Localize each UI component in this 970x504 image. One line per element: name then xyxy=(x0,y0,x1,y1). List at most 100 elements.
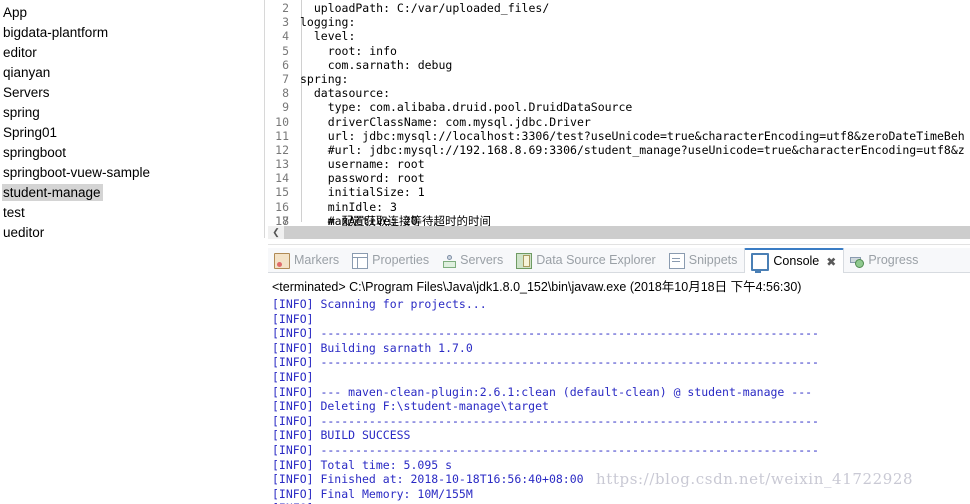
tree-item-label: bigdata-plantform xyxy=(3,25,109,40)
code-line: 9 type: com.alibaba.druid.pool.DruidData… xyxy=(268,100,970,114)
line-number: 6 xyxy=(282,57,289,72)
tree-item-label: test xyxy=(3,205,25,220)
ide-window: App bigdata-plantform editor qianyan Servers… xyxy=(0,0,970,504)
editor-horizontal-scrollbar[interactable]: ❮ xyxy=(268,226,970,239)
code-line-text: uploadPath: C:/var/uploaded_files/ xyxy=(300,1,550,15)
tab-label: Properties xyxy=(372,253,430,268)
code-line: 11 url: jdbc:mysql://localhost:3306/test… xyxy=(268,129,970,143)
panel-gap-divider xyxy=(268,244,970,245)
tab-servers[interactable]: Servers xyxy=(436,248,510,273)
tree-item-label: ueditor xyxy=(3,225,45,240)
tree-item-label: student-manage xyxy=(2,184,103,201)
tab-label: Snippets xyxy=(688,253,738,268)
code-line-text: #url: jdbc:mysql://192.168.8.69:3306/stu… xyxy=(300,142,965,157)
line-number: 2 xyxy=(282,1,289,15)
console-log-line: [INFO] ---------------------------------… xyxy=(272,326,819,341)
line-number: 9 xyxy=(282,100,289,115)
tab-snippets[interactable]: Snippets xyxy=(663,248,745,273)
console-process-label: <terminated> C:\Program Files\Java\jdk1.… xyxy=(272,280,802,294)
line-number: 7 xyxy=(282,71,289,86)
console-log-line: [INFO] xyxy=(272,369,321,384)
tree-item-label: Spring01 xyxy=(3,125,58,140)
console-log-line: [INFO] Final Memory: 10M/155M xyxy=(272,486,473,501)
code-line-text: type: com.alibaba.druid.pool.DruidDataSo… xyxy=(300,100,633,115)
project-tree: App bigdata-plantform editor qianyan Servers… xyxy=(0,3,265,243)
tree-item-springboot[interactable]: springboot xyxy=(0,143,265,163)
servers-icon xyxy=(442,254,457,268)
code-line: 15 initialSize: 1 xyxy=(268,185,970,199)
tree-item-qianyan[interactable]: qianyan xyxy=(0,63,265,83)
code-line-text: logging: xyxy=(300,15,356,30)
line-number: 4 xyxy=(282,29,289,44)
code-line: 2 uploadPath: C:/var/uploaded_files/ xyxy=(268,1,970,15)
line-number: 5 xyxy=(282,43,289,58)
tab-label: Servers xyxy=(460,253,504,268)
code-lines: 2 uploadPath: C:/var/uploaded_files/3 log… xyxy=(268,0,970,226)
tree-item-ueditor[interactable]: ueditor xyxy=(0,223,265,243)
tab-properties[interactable]: Properties xyxy=(346,248,436,273)
tab-label: Data Source Explorer xyxy=(536,253,656,268)
code-line: 5 root: info xyxy=(268,44,970,58)
console-log-line: [INFO] ---------------------------------… xyxy=(272,413,819,428)
code-line-text: com.sarnath: debug xyxy=(300,57,453,72)
code-line: 12 #url: jdbc:mysql://192.168.8.69:3306/… xyxy=(268,143,970,157)
tree-item-bigdata-plantform[interactable]: bigdata-plantform xyxy=(0,23,265,43)
code-line-text: url: jdbc:mysql://localhost:3306/test?us… xyxy=(300,128,965,143)
code-line-text: # 配置获取连接等待超时的时间 xyxy=(300,214,492,226)
tree-item-test[interactable]: test xyxy=(0,203,265,223)
code-line-text: spring: xyxy=(300,71,349,86)
tree-item-label: spring xyxy=(3,105,40,120)
tree-item-spring01[interactable]: Spring01 xyxy=(0,123,265,143)
tab-label: Markers xyxy=(294,253,340,268)
code-line-text: username: root xyxy=(300,157,425,172)
code-editor[interactable]: 2 uploadPath: C:/var/uploaded_files/3 log… xyxy=(268,0,970,226)
tree-item-label: springboot xyxy=(3,145,67,160)
tab-console[interactable]: Console ✖ xyxy=(744,248,845,273)
snippets-icon xyxy=(668,252,685,269)
scroll-left-arrow-icon[interactable]: ❮ xyxy=(268,226,284,239)
tab-data-source-explorer[interactable]: Data Source Explorer xyxy=(510,248,663,273)
tab-label: Progress xyxy=(868,253,919,268)
code-line: 18 # 配置获取连接等待超时的时间 xyxy=(268,214,970,226)
line-number: 16 xyxy=(275,199,289,214)
code-line-text: driverClassName: com.mysql.jdbc.Driver xyxy=(300,114,591,129)
code-line-text: level: xyxy=(300,29,356,44)
line-number: 12 xyxy=(275,142,289,157)
tab-markers[interactable]: Markers xyxy=(268,248,346,273)
console-log-line: [INFO] BUILD SUCCESS xyxy=(272,428,411,443)
console-log-line: [INFO] xyxy=(272,311,321,326)
code-line-text: minIdle: 3 xyxy=(300,199,397,214)
line-number: 18 xyxy=(275,214,289,226)
code-line: 13 username: root xyxy=(268,157,970,171)
project-explorer-panel: App bigdata-plantform editor qianyan Servers… xyxy=(0,0,265,504)
tree-item-student-manage[interactable]: student-manage xyxy=(0,183,265,203)
line-number: 10 xyxy=(275,114,289,129)
tree-item-label: Servers xyxy=(3,85,50,100)
code-line: 7 spring: xyxy=(268,72,970,86)
tree-item-servers[interactable]: Servers xyxy=(0,83,265,103)
line-number: 3 xyxy=(282,15,289,30)
tree-item-label: qianyan xyxy=(3,65,51,80)
console-output: [INFO] Scanning for projects... [INFO] [I… xyxy=(268,297,970,504)
line-number: 14 xyxy=(275,171,289,186)
console-view[interactable]: <terminated> C:\Program Files\Java\jdk1.… xyxy=(268,273,970,504)
code-line: 3 logging: xyxy=(268,15,970,29)
console-log-line: [INFO] Building sarnath 1.7.0 xyxy=(272,340,473,355)
close-icon[interactable]: ✖ xyxy=(826,256,836,268)
code-line-text: datasource: xyxy=(300,86,391,101)
console-log-line: [INFO] Total time: 5.095 s xyxy=(272,457,453,472)
tree-item-springboot-vuew-sample[interactable]: springboot-vuew-sample xyxy=(0,163,265,183)
tree-item-app[interactable]: App xyxy=(0,3,265,23)
tree-item-editor[interactable]: editor xyxy=(0,43,265,63)
code-line-text: initialSize: 1 xyxy=(300,185,425,200)
tab-progress[interactable]: Progress xyxy=(844,248,925,273)
console-log-line: [INFO] --- maven-clean-plugin:2.6.1:clea… xyxy=(272,384,813,399)
tree-item-label: springboot-vuew-sample xyxy=(3,165,151,180)
console-log-line: [INFO] Scanning for projects... xyxy=(272,297,487,311)
code-line: 4 level: xyxy=(268,29,970,43)
markers-icon xyxy=(274,252,290,269)
scrollbar-thumb[interactable] xyxy=(284,226,970,239)
code-line: 14 password: root xyxy=(268,171,970,185)
tree-item-spring[interactable]: spring xyxy=(0,103,265,123)
progress-icon xyxy=(850,254,865,268)
